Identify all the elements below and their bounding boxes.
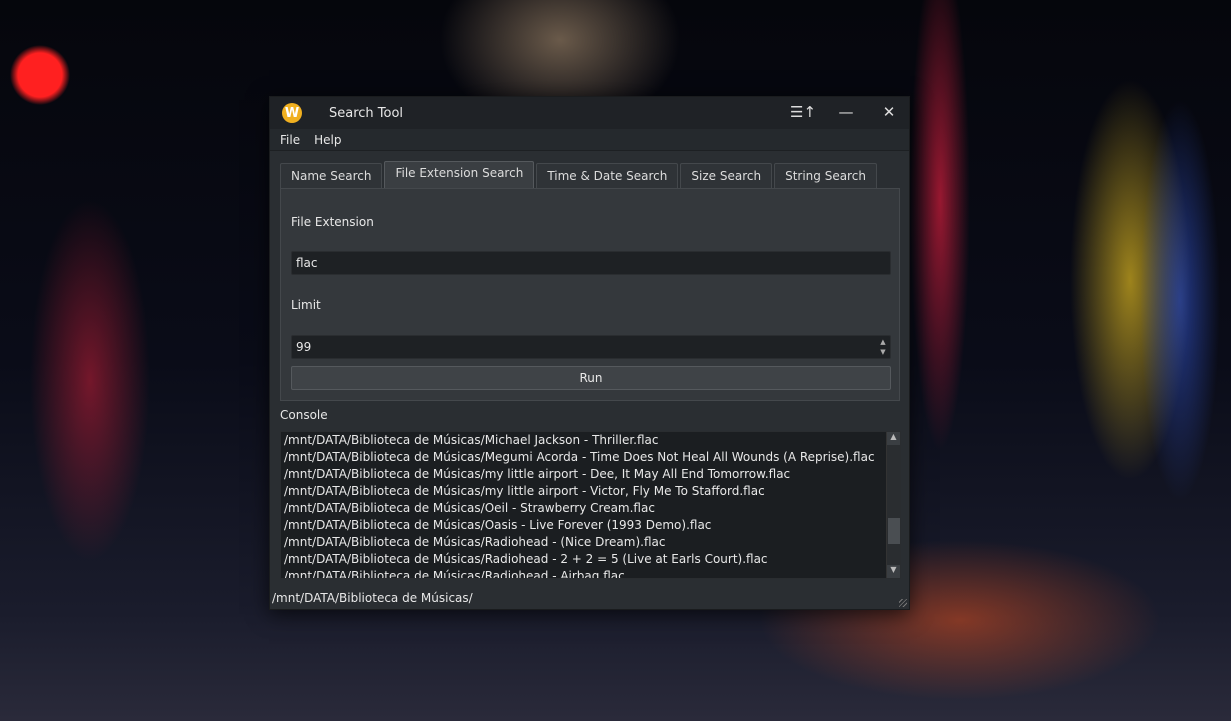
scroll-up-icon[interactable]: ▲ (887, 432, 900, 445)
tab-name-search[interactable]: Name Search (280, 163, 383, 188)
search-tool-window: W Search Tool ☰↑ — ✕ File Help Name Sear… (269, 96, 910, 610)
tab-string-search[interactable]: String Search (774, 163, 877, 188)
window-title: Search Tool (329, 105, 404, 121)
tab-bar: Name Search File Extension Search Time &… (280, 161, 879, 188)
menu-help[interactable]: Help (314, 133, 341, 147)
resize-grip-icon[interactable] (899, 599, 907, 607)
console-line: /mnt/DATA/Biblioteca de Músicas/Megumi A… (284, 450, 875, 464)
tab-panel: File Extension flac Limit 99 ▲ ▼ Run (280, 188, 900, 401)
console-output[interactable]: /mnt/DATA/Biblioteca de Músicas/Michael … (280, 431, 901, 579)
close-button[interactable]: ✕ (878, 103, 900, 123)
console-line: /mnt/DATA/Biblioteca de Músicas/Radiohea… (284, 535, 666, 549)
console-line: /mnt/DATA/Biblioteca de Músicas/my littl… (284, 484, 765, 498)
status-bar: /mnt/DATA/Biblioteca de Músicas/ (272, 591, 473, 605)
tab-time-date-search[interactable]: Time & Date Search (536, 163, 679, 188)
scroll-down-icon[interactable]: ▼ (887, 565, 900, 578)
app-logo-icon: W (282, 103, 302, 123)
keep-above-icon[interactable]: ☰↑ (790, 103, 816, 123)
minimize-button[interactable]: — (835, 103, 857, 123)
console-line: /mnt/DATA/Biblioteca de Músicas/Radiohea… (284, 552, 768, 566)
menu-file[interactable]: File (280, 133, 300, 147)
scrollbar-thumb[interactable] (888, 518, 900, 544)
tab-file-extension-search[interactable]: File Extension Search (384, 161, 535, 188)
limit-value: 99 (296, 340, 312, 354)
limit-label: Limit (291, 298, 321, 312)
console-line: /mnt/DATA/Biblioteca de Músicas/Oasis - … (284, 518, 712, 532)
spin-arrows-icon[interactable]: ▲ ▼ (877, 337, 889, 357)
console-line: /mnt/DATA/Biblioteca de Músicas/Oeil - S… (284, 501, 655, 515)
console-line: /mnt/DATA/Biblioteca de Músicas/Radiohea… (284, 569, 625, 579)
console-scrollbar[interactable]: ▲ ▼ (886, 432, 900, 578)
run-button[interactable]: Run (291, 366, 891, 390)
console-line: /mnt/DATA/Biblioteca de Músicas/my littl… (284, 467, 791, 481)
menu-bar: File Help (270, 129, 909, 151)
extension-input[interactable]: flac (291, 251, 891, 275)
title-bar[interactable]: W Search Tool ☰↑ — ✕ (270, 97, 909, 129)
tab-size-search[interactable]: Size Search (680, 163, 773, 188)
limit-spinbox[interactable]: 99 ▲ ▼ (291, 335, 891, 359)
console-label: Console (280, 408, 328, 422)
console-line: /mnt/DATA/Biblioteca de Músicas/Michael … (284, 433, 659, 447)
extension-label: File Extension (291, 215, 374, 229)
